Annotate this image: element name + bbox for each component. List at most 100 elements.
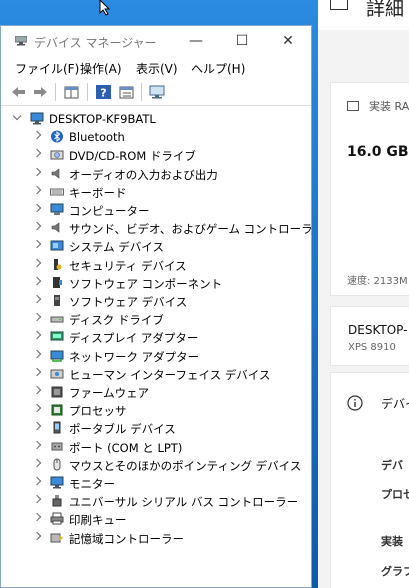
tree-item[interactable]: マウスとそのほかのポインティング デバイス: [1, 456, 301, 474]
settings-window: 詳細 実装 RA 16.0 GB 速度: 2133M DESKTOP- XPS …: [318, 0, 409, 588]
speaker-icon: [51, 222, 60, 233]
tree-item[interactable]: プロセッサ: [1, 401, 301, 419]
tree-item[interactable]: ディスプレイ アダプター: [1, 328, 301, 346]
expand-chevron-icon[interactable]: [32, 276, 42, 286]
tree-item-label: キーボード: [69, 185, 127, 200]
scan-hardware-monitor-icon[interactable]: [149, 84, 166, 100]
tree-item[interactable]: Bluetooth: [1, 128, 301, 146]
expand-chevron-icon[interactable]: [32, 240, 42, 249]
expand-chevron-icon[interactable]: [32, 367, 42, 377]
menu-action[interactable]: 操作(A): [80, 60, 122, 77]
expand-chevron-icon[interactable]: [32, 167, 42, 176]
expand-chevron-icon[interactable]: [32, 331, 42, 340]
tree-item[interactable]: システム デバイス: [1, 237, 301, 255]
tree-item-label: システム デバイス: [69, 240, 164, 255]
toolbar-separator: [87, 83, 88, 101]
menu-file[interactable]: ファイル(F): [15, 60, 79, 77]
expand-chevron-icon[interactable]: [32, 203, 42, 213]
tree-item[interactable]: ディスク ドライブ: [1, 310, 301, 328]
software-device-icon: [54, 295, 60, 306]
ram-value: 16.0 GB: [347, 144, 409, 160]
mouse-cursor-icon: [99, 0, 111, 16]
expand-chevron-icon[interactable]: [32, 130, 42, 140]
expand-chevron-icon[interactable]: [32, 403, 42, 413]
tree-item-label: コンピューター: [69, 204, 150, 218]
security-key-icon: [54, 258, 62, 270]
collapse-chevron-icon[interactable]: [12, 111, 22, 121]
tree-item[interactable]: ソフトウェア デバイス: [1, 292, 301, 310]
monitor-icon: [50, 476, 64, 489]
help-icon[interactable]: ?: [95, 84, 112, 100]
expand-chevron-icon[interactable]: [32, 312, 42, 322]
device-spec-title: デバイ: [381, 397, 409, 411]
tree-item-label: 印刷キュー: [69, 513, 127, 528]
tree-item-label: モニター: [69, 477, 115, 491]
tree-item[interactable]: キーボード: [1, 183, 301, 201]
tree-item[interactable]: ヒューマン インターフェイス デバイス: [1, 365, 301, 383]
keyboard-icon: [50, 188, 64, 196]
system-device-icon: [50, 240, 64, 251]
expand-chevron-icon[interactable]: [32, 494, 42, 504]
tree-item-label: ポータブル デバイス: [69, 422, 176, 437]
usb-icon: [52, 495, 62, 507]
expand-chevron-icon[interactable]: [32, 221, 42, 231]
expand-chevron-icon[interactable]: [32, 349, 42, 358]
tree-item[interactable]: サウンド、ビデオ、およびゲーム コントローラー: [1, 219, 311, 237]
title-bar[interactable]: デバイス マネージャー — ☐ ✕: [1, 26, 311, 56]
tree-item[interactable]: ポート (COM と LPT): [1, 438, 301, 456]
firmware-icon: [51, 386, 63, 398]
software-component-icon: [53, 276, 62, 288]
tree-root[interactable]: DESKTOP-KF9BATL: [1, 110, 301, 128]
expand-chevron-icon[interactable]: [32, 513, 42, 522]
toolbar: ?: [1, 79, 311, 106]
tree-item[interactable]: ソフトウェア コンポーネント: [1, 274, 301, 292]
ram-card: 実装 RA 16.0 GB 速度: 2133M: [330, 82, 409, 296]
tree-item[interactable]: コンピューター: [1, 201, 301, 219]
expand-chevron-icon[interactable]: [32, 422, 42, 431]
forward-arrow-icon[interactable]: [32, 84, 49, 100]
tree-item-label: ディスプレイ アダプター: [69, 331, 199, 346]
expand-chevron-icon[interactable]: [32, 294, 42, 304]
properties-grid-icon[interactable]: [63, 84, 80, 100]
expand-chevron-icon[interactable]: [32, 476, 42, 486]
tree-item[interactable]: 記憶域コントローラー: [1, 529, 301, 547]
expand-chevron-icon[interactable]: [32, 149, 42, 158]
tree-item[interactable]: オーディオの入力および出力: [1, 165, 301, 183]
maximize-button[interactable]: ☐: [219, 26, 265, 56]
menu-help[interactable]: ヘルプ(H): [191, 60, 245, 77]
storage-controller-icon: [50, 533, 63, 543]
expand-chevron-icon[interactable]: [32, 458, 42, 468]
speaker-icon: [51, 167, 60, 179]
port-icon: [51, 442, 63, 451]
hid-icon: [50, 369, 64, 379]
minimize-button[interactable]: —: [173, 26, 219, 56]
settings-nav-icon[interactable]: [330, 0, 348, 10]
tree-item[interactable]: 印刷キュー: [1, 510, 301, 528]
tree-item[interactable]: セキュリティ デバイス: [1, 256, 301, 274]
window-title: デバイス マネージャー: [34, 36, 157, 50]
tree-item[interactable]: ポータブル デバイス: [1, 419, 301, 437]
device-manager-icon: [15, 36, 27, 46]
tree-item-label: ディスク ドライブ: [69, 313, 164, 328]
tree-item-label: ネットワーク アダプター: [69, 349, 200, 364]
expand-chevron-icon[interactable]: [32, 440, 42, 449]
tree-item[interactable]: ユニバーサル シリアル バス コントローラー: [1, 492, 301, 510]
menu-view[interactable]: 表示(V): [136, 60, 178, 77]
toolbar-separator: [55, 83, 56, 101]
back-arrow-icon[interactable]: [10, 84, 27, 100]
device-model: XPS 8910: [348, 342, 396, 353]
toolbar-separator: [141, 83, 142, 101]
view-details-icon[interactable]: [118, 84, 135, 100]
tree-item[interactable]: モニター: [1, 474, 301, 492]
expand-chevron-icon[interactable]: [32, 385, 42, 395]
expand-chevron-icon[interactable]: [32, 185, 42, 195]
dvd-drive-icon: [50, 150, 64, 160]
tree-item[interactable]: ファームウェア: [1, 383, 301, 401]
mouse-icon: [53, 458, 61, 471]
tree-item[interactable]: DVD/CD-ROM ドライブ: [1, 146, 301, 164]
expand-chevron-icon[interactable]: [32, 531, 42, 540]
expand-chevron-icon[interactable]: [32, 258, 42, 267]
tree-item-label: ヒューマン インターフェイス デバイス: [69, 367, 271, 382]
close-button[interactable]: ✕: [265, 26, 311, 56]
tree-item[interactable]: ネットワーク アダプター: [1, 347, 301, 365]
